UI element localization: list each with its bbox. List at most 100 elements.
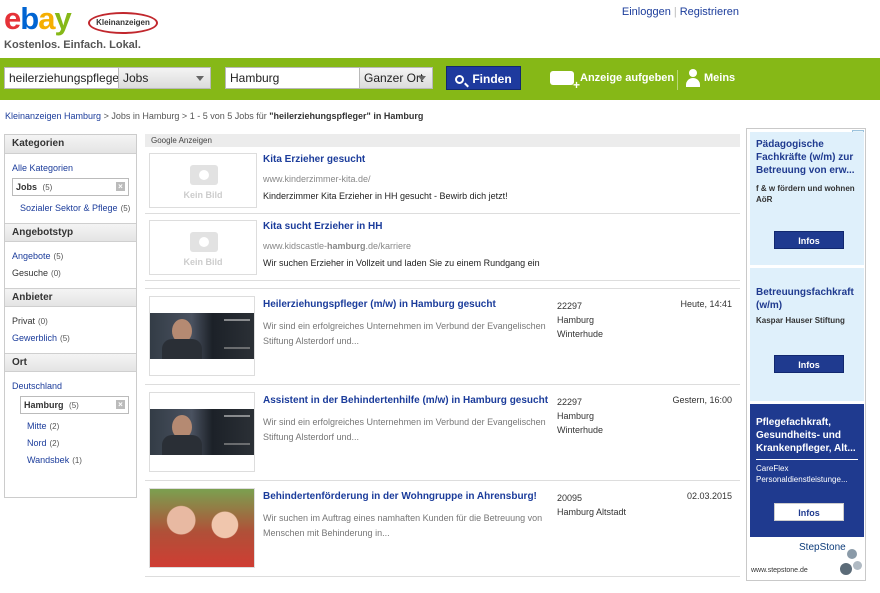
anbieter-section: Privat (0) Gewerblich (5)	[5, 307, 136, 353]
angebotstyp-heading: Angebotstyp	[5, 223, 136, 242]
category-select[interactable]: Jobs	[118, 67, 211, 89]
listing-date: Gestern, 16:00	[672, 395, 732, 405]
listing-city: Hamburg	[557, 315, 595, 325]
selected-category-jobs: Jobs (5) ×	[12, 178, 129, 196]
ad-title-link[interactable]: Kita Erzieher gesucht	[263, 154, 365, 165]
district-wandsbek-link[interactable]: Wandsbek	[27, 455, 69, 465]
listing-image[interactable]	[149, 488, 255, 568]
stepstone-logo-mark	[847, 549, 857, 559]
stepstone-url: www.stepstone.de	[751, 567, 808, 574]
breadcrumb: Kleinanzeigen Hamburg > Jobs in Hamburg …	[5, 111, 423, 121]
ad-url-suffix: .de/karriere	[365, 241, 412, 251]
find-button-label: Finden	[472, 72, 512, 86]
breadcrumb-home[interactable]: Kleinanzeigen Hamburg	[5, 111, 101, 121]
banner-job-2[interactable]: Betreuungsfachkraft (w/m) Kaspar Hauser …	[750, 268, 864, 401]
infos-button[interactable]: Infos	[774, 503, 844, 521]
listing-city: Hamburg	[557, 411, 595, 421]
category-select-value: Jobs	[123, 71, 149, 85]
banner-job-3[interactable]: Pflegefachkraft, Gesundheits- und Kranke…	[750, 404, 864, 537]
listing-title-link[interactable]: Assistent in der Behindertenhilfe (m/w) …	[263, 395, 548, 406]
ad-url-highlight: hamburg	[327, 241, 366, 251]
selected-location-hamburg: Hamburg (5) ×	[20, 396, 129, 414]
account-links: Einloggen | Registrieren	[622, 6, 739, 18]
remove-filter-icon[interactable]: ×	[116, 400, 125, 409]
listing-description: Wir sind ein erfolgreiches Unternehmen i…	[263, 321, 546, 346]
banner-job-company: CareFlex Personaldienstleistunge...	[756, 459, 858, 485]
banner-job-company: Kaspar Hauser Stiftung	[756, 316, 845, 325]
infos-button[interactable]: Infos	[774, 231, 844, 249]
listing-title-link[interactable]: Behindertenförderung in der Wohngruppe i…	[263, 491, 537, 502]
remove-filter-icon[interactable]: ×	[116, 182, 125, 191]
listing-description: Wir sind ein erfolgreiches Unternehmen i…	[263, 417, 546, 442]
breadcrumb-result: 1 - 5 von 5 Jobs für	[189, 111, 267, 121]
district-count: (2)	[49, 422, 60, 431]
anbieter-heading: Anbieter	[5, 288, 136, 307]
link-separator: |	[673, 6, 677, 18]
category-sozialer-sektor-link[interactable]: Sozialer Sektor & Pflege	[20, 203, 118, 213]
nav-divider	[677, 70, 678, 90]
selected-location-count: (5)	[69, 401, 79, 410]
no-image-placeholder: Kein Bild	[149, 153, 257, 208]
find-button[interactable]: Finden	[446, 66, 521, 90]
register-link[interactable]: Registrieren	[680, 6, 739, 18]
google-ad-row[interactable]: Kein Bild Kita Erzieher gesucht www.kind…	[145, 147, 740, 214]
banner-job-title: Pflegefachkraft, Gesundheits- und Kranke…	[756, 417, 856, 454]
kleinanzeigen-badge: Kleinanzeigen	[88, 12, 158, 34]
ort-section: Deutschland Hamburg (5) × Mitte (2) Nord(…	[5, 372, 136, 475]
search-input[interactable]: heilerziehungspfleger	[4, 67, 123, 89]
listing-image[interactable]	[149, 296, 255, 376]
post-ad-button[interactable]: Anzeige aufgeben	[550, 69, 675, 92]
category-count: (5)	[120, 204, 131, 213]
location-input[interactable]: Hamburg	[225, 67, 360, 89]
ad-url-prefix: www.kidscastle-	[263, 241, 328, 251]
deutschland-link[interactable]: Deutschland	[12, 381, 62, 391]
listing-row[interactable]: Heilerziehungspfleger (m/w) in Hamburg g…	[145, 289, 740, 385]
ad-url: www.kidscastle-hamburg.de/karriere	[263, 241, 411, 251]
gewerblich-count: (5)	[60, 334, 70, 343]
header: ebay Kleinanzeigen Kostenlos. Einfach. L…	[0, 0, 880, 58]
banner-job-title: Betreuungsfachkraft (w/m)	[756, 287, 854, 311]
district-nord-link[interactable]: Nord	[27, 438, 47, 448]
district-mitte-link[interactable]: Mitte	[27, 421, 47, 431]
user-icon	[686, 69, 700, 88]
google-ads-label: Google Anzeigen	[145, 134, 740, 147]
angebote-link[interactable]: Angebote	[12, 251, 51, 261]
listing-title-link[interactable]: Heilerziehungspfleger (m/w) in Hamburg g…	[263, 299, 496, 310]
listing-district: Winterhude	[557, 329, 604, 339]
listing-image[interactable]	[149, 392, 255, 472]
listing-zip: 20095	[557, 493, 583, 503]
all-categories-link[interactable]: Alle Kategorien	[12, 163, 73, 173]
angebotstyp-section: Angebote (5) Gesuche (0)	[5, 242, 136, 288]
no-image-label: Kein Bild	[183, 257, 223, 267]
district-count: (2)	[49, 439, 60, 448]
chevron-down-icon	[196, 76, 204, 81]
gewerblich-link[interactable]: Gewerblich	[12, 333, 57, 343]
listing-district: Winterhude	[557, 425, 604, 435]
ort-heading: Ort	[5, 353, 136, 372]
listing-location: 22297 Hamburg Winterhude	[557, 395, 603, 437]
breadcrumb-query: "heilerziehungspfleger" in Hamburg	[269, 111, 424, 121]
infos-button[interactable]: Infos	[774, 355, 844, 373]
breadcrumb-jobs: Jobs in Hamburg	[111, 111, 180, 121]
stepstone-logo-mark	[853, 561, 862, 570]
breadcrumb-sep: >	[103, 111, 109, 121]
logo-tagline: Kostenlos. Einfach. Lokal.	[4, 39, 141, 51]
meins-button[interactable]: Meins	[686, 69, 735, 88]
login-link[interactable]: Einloggen	[622, 6, 671, 18]
stepstone-logo-mark	[840, 563, 852, 575]
listing-zip: 22297	[557, 397, 583, 407]
google-ad-row[interactable]: Kein Bild Kita sucht Erzieher in HH www.…	[145, 214, 740, 281]
banner-job-1[interactable]: Pädagogische Fachkräfte (w/m) zur Betreu…	[750, 132, 864, 265]
ad-title-link[interactable]: Kita sucht Erzieher in HH	[263, 221, 382, 232]
ad-url: www.kinderzimmer-kita.de/	[263, 174, 371, 184]
listing-date: Heute, 14:41	[680, 299, 732, 309]
stepstone-banner-ad[interactable]: ▷ Pädagogische Fachkräfte (w/m) zur Betr…	[746, 128, 866, 581]
listing-row[interactable]: Assistent in der Behindertenhilfe (m/w) …	[145, 385, 740, 481]
camera-icon	[190, 165, 218, 185]
post-ad-label: Anzeige aufgeben	[580, 72, 675, 84]
listing-description: Wir suchen im Auftrag eines namhaften Ku…	[263, 513, 543, 538]
privat-label: Privat	[12, 316, 36, 326]
listing-row[interactable]: Behindertenförderung in der Wohngruppe i…	[145, 481, 740, 577]
ebay-kleinanzeigen-logo[interactable]: ebay Kleinanzeigen Kostenlos. Einfach. L…	[4, 2, 164, 51]
radius-select[interactable]: Ganzer Ort	[359, 67, 433, 89]
